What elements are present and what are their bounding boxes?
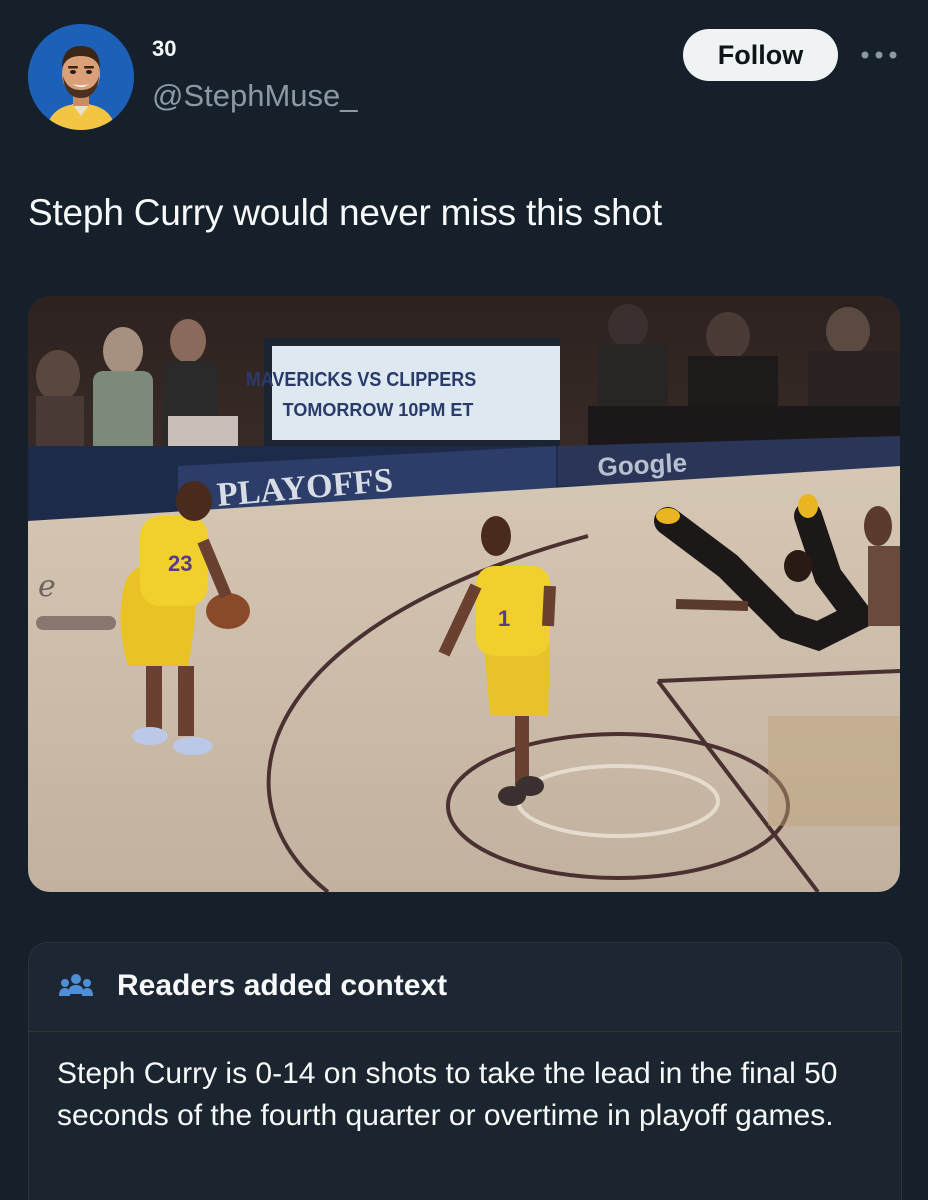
svg-text:e: e [38,569,56,604]
follow-button[interactable]: Follow [683,29,838,81]
cartoon-avatar-icon [28,24,134,130]
more-options-button[interactable] [856,40,902,70]
jersey-number-center: 1 [498,606,510,631]
community-note: Readers added context Steph Curry is 0-1… [28,942,902,1200]
more-options-icon [861,51,897,59]
author-avatar[interactable] [28,24,134,130]
tweet-page: 30 @StephMuse_ Follow Steph Curry would … [0,0,928,1200]
sponsor-text: Google [597,447,688,482]
basketball-video-frame: MAVERICKS VS CLIPPERS TOMORROW 10PM ET P… [28,296,900,892]
community-note-title: Readers added context [117,969,448,1002]
author-handle[interactable]: @StephMuse_ [152,78,358,114]
community-note-body: Steph Curry is 0-14 on shots to take the… [57,1057,838,1132]
people-group-icon [59,974,93,996]
author-display-name[interactable]: 30 [152,36,176,62]
community-note-header: Readers added context [29,943,901,1032]
banner-line1: MAVERICKS VS CLIPPERS [246,369,477,391]
banner-line2: TOMORROW 10PM ET [283,400,474,420]
tweet-media[interactable]: MAVERICKS VS CLIPPERS TOMORROW 10PM ET P… [28,296,900,892]
tweet-text: Steph Curry would never miss this shot [28,192,662,233]
jersey-number-left: 23 [168,551,192,576]
